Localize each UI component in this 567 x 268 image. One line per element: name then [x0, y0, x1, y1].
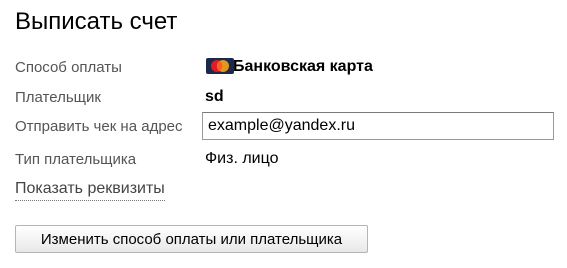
payer-label: Плательщик	[15, 89, 101, 106]
payer-type-value: Физ. лицо	[205, 150, 279, 167]
change-payment-method-button[interactable]: Изменить способ оплаты или плательщика	[15, 225, 368, 253]
show-details-link[interactable]: Показать реквизиты	[15, 178, 165, 201]
receipt-email-label: Отправить чек на адрес	[15, 118, 183, 135]
payer-type-label: Тип плательщика	[15, 151, 137, 168]
payment-method-value: Банковская карта	[233, 58, 373, 75]
payment-method-label: Способ оплаты	[15, 59, 122, 76]
payer-value: sd	[205, 88, 224, 105]
mastercard-icon	[206, 58, 234, 74]
receipt-email-input[interactable]	[202, 112, 554, 140]
page-title: Выписать счет	[15, 8, 178, 35]
